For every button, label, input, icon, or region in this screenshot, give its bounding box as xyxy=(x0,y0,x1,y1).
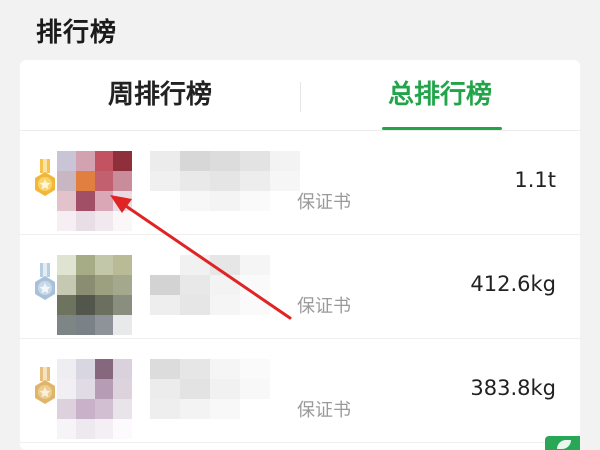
ranking-row[interactable]: 保证书 1.1t xyxy=(20,131,580,235)
tab-total-ranking[interactable]: 总排行榜 xyxy=(300,60,580,130)
blurred-name xyxy=(150,359,300,419)
floating-leaf-icon[interactable] xyxy=(545,436,580,450)
blurred-name xyxy=(150,151,300,211)
ranking-row[interactable]: 保证书 412.6kg xyxy=(20,235,580,339)
cert-text: 保证书 xyxy=(297,192,351,213)
ranking-row[interactable]: 保证书 383.8kg xyxy=(20,339,580,443)
tab-bar: 周排行榜 总排行榜 xyxy=(20,60,580,131)
active-tab-indicator xyxy=(382,127,502,130)
avatar xyxy=(57,151,132,231)
bronze-medal-icon xyxy=(35,367,55,404)
carbon-value: 412.6kg xyxy=(470,272,556,296)
cert-text: 保证书 xyxy=(297,296,351,317)
avatar xyxy=(57,255,132,335)
tab-weekly-ranking[interactable]: 周排行榜 xyxy=(20,60,300,130)
blurred-name xyxy=(150,255,300,315)
carbon-value: 383.8kg xyxy=(470,376,556,400)
leaderboard-screen: 排行榜 周排行榜 总排行榜 保证书 1.1t 保证书 412.6kg 保证书 3… xyxy=(0,0,600,450)
leaderboard-card: 周排行榜 总排行榜 保证书 1.1t 保证书 412.6kg 保证书 383.8… xyxy=(20,60,580,450)
avatar xyxy=(57,359,132,439)
cert-text: 保证书 xyxy=(297,400,351,421)
page-title: 排行榜 xyxy=(36,18,118,48)
gold-medal-icon xyxy=(35,159,55,196)
carbon-value: 1.1t xyxy=(514,168,556,192)
silver-medal-icon xyxy=(35,263,55,300)
